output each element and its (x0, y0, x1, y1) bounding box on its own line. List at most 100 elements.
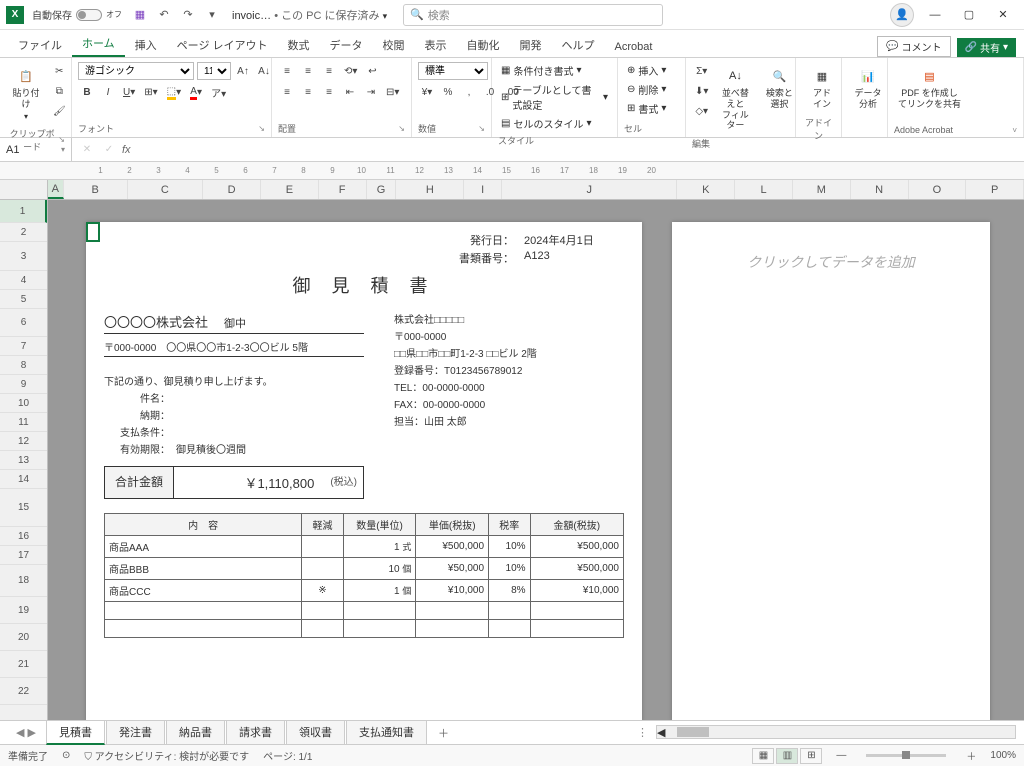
font-size-select[interactable]: 11 (197, 62, 231, 80)
border-button[interactable]: ⊞▾ (141, 83, 160, 102)
view-normal-icon[interactable]: ▦ (752, 748, 774, 764)
undo-icon[interactable]: ↶ (156, 7, 172, 23)
col-header-C[interactable]: C (128, 180, 204, 199)
zoom-in-button[interactable]: ＋ (966, 748, 976, 763)
paste-button[interactable]: 📋 貼り付け ▾ (6, 62, 46, 125)
col-header-I[interactable]: I (464, 180, 502, 199)
col-header-M[interactable]: M (793, 180, 851, 199)
view-pagelayout-icon[interactable]: ▥ (776, 748, 798, 764)
row-header-2[interactable]: 2 (0, 223, 47, 242)
pdf-share-button[interactable]: ▤PDF を作成し てリンクを共有 (894, 62, 965, 114)
tab-options-icon[interactable]: ⋮ (637, 726, 648, 739)
delete-cells-button[interactable]: ⊖ 削除 ▾ (624, 81, 669, 98)
format-as-table-button[interactable]: ⊞ テーブルとして書式設定 ▾ (498, 81, 611, 113)
document-title[interactable]: invoic… • この PC に保存済み ▾ (232, 7, 387, 23)
view-pagebreak-icon[interactable]: ⊞ (800, 748, 822, 764)
add-sheet-button[interactable]: ＋ (428, 722, 459, 744)
row-header-15[interactable]: 15 (0, 489, 47, 527)
row-header-3[interactable]: 3 (0, 242, 47, 271)
phonetic-button[interactable]: ア▾ (208, 83, 229, 102)
fx-icon[interactable]: fx (122, 144, 131, 156)
autosum-icon[interactable]: Σ▾ (692, 62, 711, 80)
comments-button[interactable]: 💬 コメント (877, 36, 950, 57)
percent-icon[interactable]: % (439, 83, 457, 101)
align-top-icon[interactable]: ≡ (278, 62, 296, 80)
status-accessibility[interactable]: ⛉ アクセシビリティ: 検討が必要です (84, 748, 249, 763)
number-format-select[interactable]: 標準 (418, 62, 488, 80)
row-header-13[interactable]: 13 (0, 451, 47, 470)
row-header-17[interactable]: 17 (0, 546, 47, 565)
sort-filter-button[interactable]: A↓並べ替えと フィルター (715, 62, 755, 135)
number-launcher[interactable]: ↘ (478, 124, 485, 133)
align-middle-icon[interactable]: ≡ (299, 62, 317, 80)
row-header-18[interactable]: 18 (0, 565, 47, 597)
autosave-switch[interactable] (76, 9, 102, 21)
col-header-B[interactable]: B (64, 180, 128, 199)
tab-page-layout[interactable]: ページ レイアウト (167, 31, 278, 57)
align-bottom-icon[interactable]: ≡ (320, 62, 338, 80)
format-painter-icon[interactable]: 🖌 (50, 102, 69, 120)
cancel-formula-icon[interactable]: ✕ (78, 141, 96, 159)
align-center-icon[interactable]: ≡ (299, 83, 317, 101)
col-header-H[interactable]: H (396, 180, 464, 199)
tab-insert[interactable]: 挿入 (125, 31, 167, 57)
tab-review[interactable]: 校閲 (373, 31, 415, 57)
qat-dropdown-icon[interactable]: ▾ (204, 7, 220, 23)
side-data-panel[interactable]: クリックしてデータを追加 (672, 222, 990, 720)
row-header-8[interactable]: 8 (0, 356, 47, 375)
fill-color-button[interactable]: ⬚▾ (164, 83, 184, 102)
row-header-10[interactable]: 10 (0, 394, 47, 413)
align-right-icon[interactable]: ≡ (320, 83, 338, 101)
sheet-nav[interactable]: ◀ ▶ (6, 726, 46, 739)
sheet-tab-2[interactable]: 納品書 (166, 721, 225, 745)
conditional-format-button[interactable]: ▦ 条件付き書式 ▾ (498, 62, 584, 79)
col-header-F[interactable]: F (319, 180, 367, 199)
currency-icon[interactable]: ¥▾ (418, 83, 436, 101)
cut-icon[interactable]: ✂ (50, 62, 69, 80)
name-box[interactable]: A1▾ (0, 138, 72, 161)
copy-icon[interactable]: ⧉ (50, 82, 69, 100)
tab-home[interactable]: ホーム (72, 29, 125, 57)
font-launcher[interactable]: ↘ (258, 124, 265, 133)
row-header-9[interactable]: 9 (0, 375, 47, 394)
row-header-19[interactable]: 19 (0, 597, 47, 624)
merge-cells-icon[interactable]: ⊟▾ (383, 83, 402, 101)
share-button[interactable]: 🔗 共有 ▾ (957, 38, 1016, 57)
row-header-11[interactable]: 11 (0, 413, 47, 432)
sheet-grid[interactable]: 発行日：2024年4月1日 書類番号：A123 御 見 積 書 〇〇〇〇株式会社… (48, 200, 1024, 720)
font-color-button[interactable]: A▾ (187, 83, 205, 102)
row-header-6[interactable]: 6 (0, 309, 47, 337)
tab-developer[interactable]: 開発 (510, 31, 552, 57)
row-header-1[interactable]: 1 (0, 200, 47, 223)
maximize-button[interactable]: ▢ (954, 1, 984, 29)
col-header-K[interactable]: K (677, 180, 735, 199)
tab-help[interactable]: ヘルプ (552, 31, 605, 57)
decrease-font-icon[interactable]: A↓ (255, 62, 273, 80)
zoom-level[interactable]: 100% (990, 750, 1016, 761)
insert-cells-button[interactable]: ⊕ 挿入 ▾ (624, 62, 669, 79)
sheet-tab-0[interactable]: 見積書 (46, 721, 105, 745)
sheet-tab-4[interactable]: 領収書 (286, 721, 345, 745)
bold-button[interactable]: B (78, 83, 96, 102)
row-header-12[interactable]: 12 (0, 432, 47, 451)
row-header-7[interactable]: 7 (0, 337, 47, 356)
row-header-21[interactable]: 21 (0, 651, 47, 678)
row-header-16[interactable]: 16 (0, 527, 47, 546)
col-header-O[interactable]: O (909, 180, 967, 199)
indent-inc-icon[interactable]: ⇥ (362, 83, 380, 101)
orientation-icon[interactable]: ⟲▾ (341, 62, 360, 80)
select-all-corner[interactable] (0, 180, 48, 199)
analyze-data-button[interactable]: 📊データ 分析 (848, 62, 888, 114)
tab-automate[interactable]: 自動化 (457, 31, 510, 57)
redo-icon[interactable]: ↷ (180, 7, 196, 23)
account-icon[interactable]: 👤 (890, 3, 914, 27)
tab-data[interactable]: データ (320, 31, 373, 57)
fill-icon[interactable]: ⬇▾ (692, 82, 711, 100)
minimize-button[interactable]: — (920, 1, 950, 29)
close-button[interactable]: ✕ (988, 1, 1018, 29)
clear-icon[interactable]: ◇▾ (692, 102, 711, 120)
col-header-G[interactable]: G (367, 180, 397, 199)
row-header-4[interactable]: 4 (0, 271, 47, 290)
col-header-J[interactable]: J (502, 180, 677, 199)
tab-file[interactable]: ファイル (8, 31, 72, 57)
